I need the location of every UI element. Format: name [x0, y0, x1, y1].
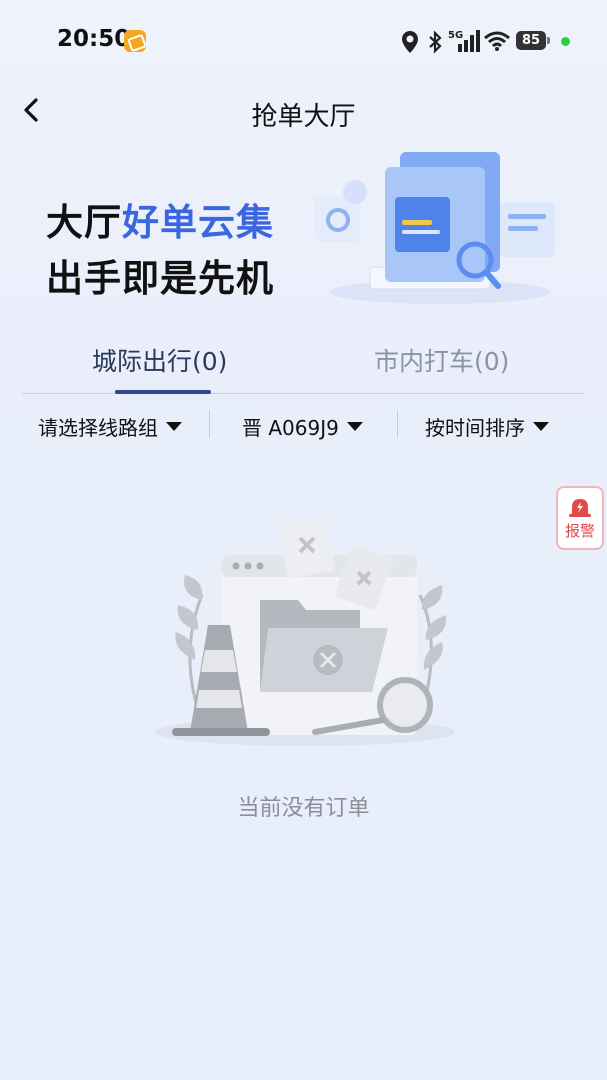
signal-icon: 5G [448, 30, 480, 52]
tab-intercity[interactable]: 城际出行(0) [92, 342, 227, 378]
alarm-button[interactable]: 报警 [556, 486, 604, 550]
banner-headline: 大厅好单云集 [46, 192, 274, 246]
network-type: 5G [448, 30, 463, 41]
status-bar: 20:50 5G 85 [0, 0, 607, 82]
route-group-dropdown[interactable]: 请选择线路组 [38, 412, 182, 441]
active-tab-indicator [115, 390, 211, 394]
caret-down-icon [533, 422, 549, 431]
alarm-label: 报警 [564, 521, 595, 540]
plate-label: 晋 A069J9 [242, 416, 339, 440]
wifi-icon [484, 31, 510, 51]
bluetooth-icon [429, 30, 442, 54]
promo-banner: 大厅好单云集 出手即是先机 [0, 142, 607, 312]
order-type-tabs: 城际出行(0) 市内打车(0) [22, 330, 584, 394]
filter-bar: 请选择线路组 晋 A069J9 按时间排序 [0, 400, 607, 448]
alarm-light-icon [569, 498, 591, 517]
page-title: 抢单大厅 [251, 102, 356, 132]
banner-document-illustration [315, 152, 555, 304]
app-notification-icon [124, 30, 146, 52]
caret-down-icon [346, 422, 363, 431]
banner-headline-prefix: 大厅 [46, 201, 122, 244]
battery-level: 85 [516, 31, 546, 50]
empty-state-message: 当前没有订单 [237, 796, 370, 821]
filter-divider [209, 410, 210, 438]
caret-down-icon [166, 422, 182, 431]
status-icons: 5G 85 [398, 28, 578, 54]
status-time: 20:50 [57, 26, 131, 52]
empty-state-illustration [155, 516, 455, 746]
location-icon [402, 31, 418, 53]
banner-subline: 出手即是先机 [46, 257, 274, 300]
banner-headline-accent: 好单云集 [122, 201, 274, 244]
filter-divider [397, 410, 398, 438]
sort-dropdown[interactable]: 按时间排序 [425, 412, 549, 441]
privacy-indicator-dot [561, 37, 570, 46]
battery-tip [547, 37, 550, 44]
tab-in-city[interactable]: 市内打车(0) [374, 342, 509, 378]
route-group-label: 请选择线路组 [38, 416, 158, 440]
sort-label: 按时间排序 [425, 416, 525, 440]
plate-dropdown[interactable]: 晋 A069J9 [242, 412, 363, 441]
nav-bar: 抢单大厅 [0, 82, 607, 142]
